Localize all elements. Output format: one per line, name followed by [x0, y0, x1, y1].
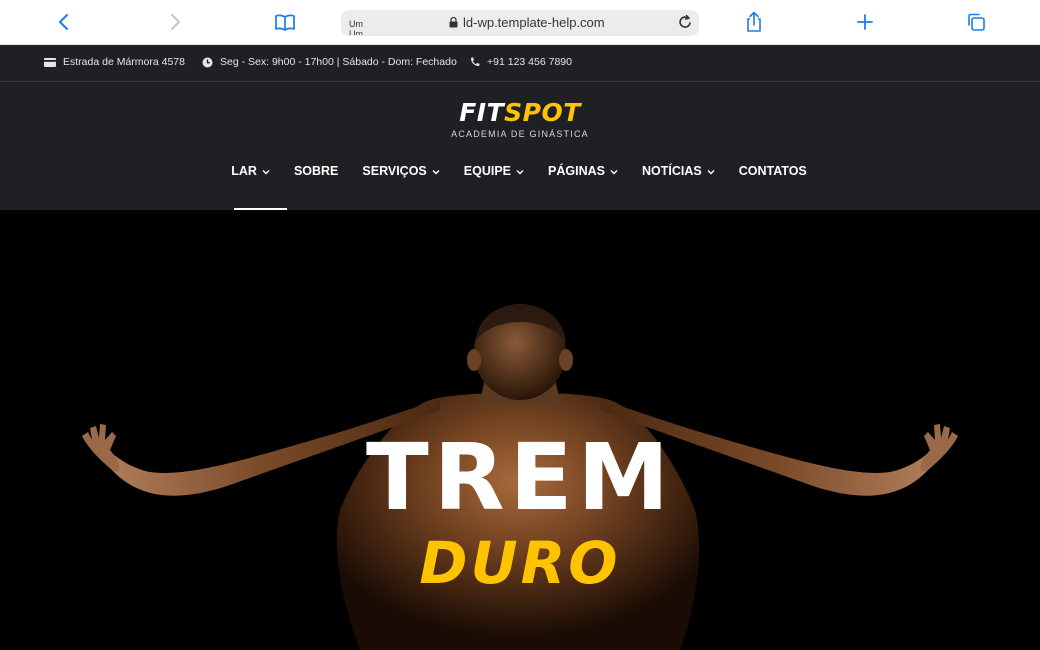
logo-fit: FIT — [459, 98, 505, 127]
phone-info[interactable]: +91 123 456 7890 — [470, 56, 572, 68]
nav-item-label: PÁGINAS — [548, 164, 605, 178]
hours-text: Seg - Sex: 9h00 - 17h00 | Sábado - Dom: … — [220, 56, 457, 68]
nav-item-label: NOTÍCIAS — [641, 164, 702, 178]
phone-icon — [471, 57, 480, 66]
nav-item-4[interactable]: PÁGINAS — [548, 164, 618, 178]
new-tab-icon[interactable] — [851, 8, 879, 36]
nav-item-2[interactable]: SERVIÇOS — [362, 164, 440, 178]
nav-item-1[interactable]: SOBRE — [294, 164, 338, 178]
nav-item-label: CONTATOS — [738, 164, 807, 178]
forward-icon[interactable] — [161, 8, 189, 36]
chevron-down-icon — [707, 169, 715, 174]
hours-info: Seg - Sex: 9h00 - 17h00 | Sábado - Dom: … — [202, 56, 457, 68]
nav-item-label: SERVIÇOS — [362, 164, 427, 178]
back-icon[interactable] — [50, 8, 78, 36]
tab-label: Um Um — [349, 19, 363, 35]
bookmarks-icon[interactable] — [271, 8, 299, 36]
nav-item-label: LAR — [231, 164, 257, 178]
main-nav: LAR SOBRE SERVIÇOS EQUIPE PÁGINAS NOTÍCIAS CON… — [0, 164, 1040, 178]
logo[interactable]: FITSPOT ACADEMIA DE GINÁSTICA — [0, 98, 1040, 139]
address-bar[interactable]: Um Um ld-wp.template-help.com — [341, 10, 699, 36]
nav-item-label: EQUIPE — [463, 164, 512, 178]
site-header: FITSPOT ACADEMIA DE GINÁSTICA LAR SOBRE SE… — [0, 82, 1040, 210]
share-icon[interactable] — [740, 8, 768, 36]
clock-icon — [202, 57, 213, 67]
chevron-down-icon — [610, 169, 618, 174]
nav-item-0[interactable]: LAR — [231, 164, 270, 178]
hero-title: TREM — [366, 424, 674, 531]
logo-tagline: ACADEMIA DE GINÁSTICA — [451, 129, 589, 139]
tabs-icon[interactable] — [962, 8, 990, 36]
address-info: Estrada de Mármora 4578 — [44, 56, 185, 68]
chevron-down-icon — [516, 169, 524, 174]
logo-spot: SPOT — [504, 98, 581, 127]
card-icon — [44, 57, 56, 67]
address-text: Estrada de Mármora 4578 — [63, 56, 185, 68]
nav-item-3[interactable]: EQUIPE — [464, 164, 524, 178]
top-info-bar: Estrada de Mármora 4578 Seg - Sex: 9h00 … — [0, 45, 1040, 82]
browser-toolbar: Um Um ld-wp.template-help.com — [0, 0, 1040, 45]
hero-banner: TREM DURO — [0, 210, 1040, 650]
nav-item-6[interactable]: CONTATOS — [739, 164, 807, 178]
chevron-down-icon — [262, 169, 270, 174]
phone-text: +91 123 456 7890 — [487, 56, 572, 68]
lock-icon — [449, 17, 458, 28]
chevron-down-icon — [432, 169, 440, 174]
reload-icon[interactable] — [677, 14, 693, 36]
nav-item-label: SOBRE — [293, 164, 339, 178]
hero-subtitle: DURO — [419, 529, 621, 597]
url-text: ld-wp.template-help.com — [463, 15, 605, 30]
nav-item-5[interactable]: NOTÍCIAS — [642, 164, 715, 178]
